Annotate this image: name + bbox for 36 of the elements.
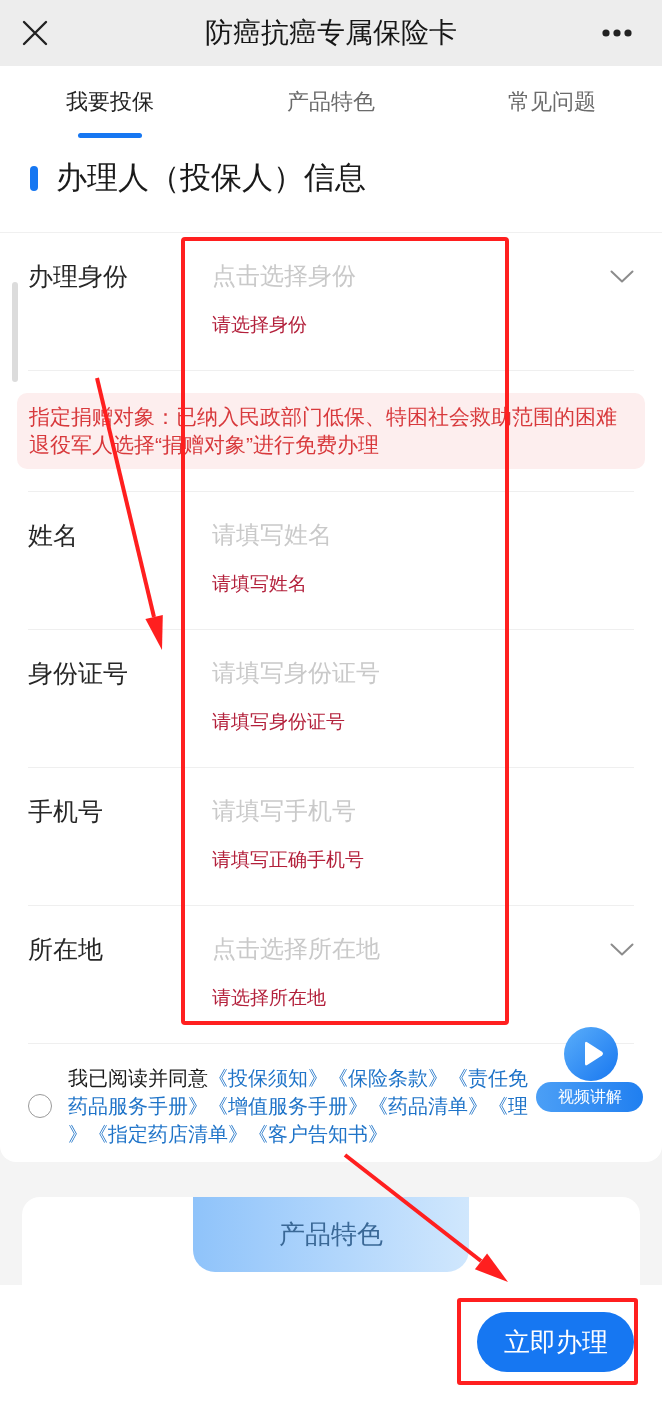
error-message: 请填写正确手机号: [212, 848, 364, 872]
tab[interactable]: 常见问题: [441, 66, 662, 140]
close-icon[interactable]: [22, 20, 48, 46]
agreement-link[interactable]: 《指定药店清单》: [88, 1123, 248, 1145]
submit-button[interactable]: 立即办理: [477, 1312, 634, 1372]
agreement-link[interactable]: 《投保须知》: [208, 1067, 328, 1089]
more-icon[interactable]: [602, 29, 632, 37]
agree-radio[interactable]: [28, 1094, 52, 1118]
agreement-link[interactable]: 《增值服务手册》: [208, 1095, 368, 1117]
error-message: 请填写身份证号: [212, 710, 345, 734]
agreement-text: 我已阅读并同意《投保须知》《保险条款》《责任免 药品服务手册》《增值服务手册》《药品清单》《理 》《指定药店清单》《客户告知书》: [68, 1066, 528, 1147]
tab[interactable]: 产品特色: [220, 66, 442, 140]
agreement-link[interactable]: 《药品清单》: [368, 1095, 488, 1117]
field-label: 手机号: [28, 797, 103, 825]
field-label: 办理身份: [28, 262, 128, 290]
error-message: 请选择所在地: [212, 986, 326, 1010]
agreement-link[interactable]: 《理: [488, 1095, 528, 1117]
page-title: 防癌抗癌专属保险卡: [205, 16, 457, 50]
accent-bar-icon: [30, 166, 38, 191]
field-label: 姓名: [28, 521, 78, 549]
chevron-down-icon: [610, 269, 634, 283]
chevron-down-icon: [610, 942, 634, 956]
error-message: 请选择身份: [212, 313, 307, 337]
agreement-link[interactable]: 《保险条款》: [328, 1067, 448, 1089]
video-guide-button[interactable]: 视频讲解: [536, 1082, 643, 1112]
agreement-link[interactable]: 》: [68, 1123, 88, 1145]
tab[interactable]: 我要投保: [0, 66, 221, 140]
agreement-link[interactable]: 《责任免: [448, 1067, 528, 1089]
play-icon[interactable]: [564, 1027, 618, 1081]
section-title: 办理人（投保人）信息: [56, 159, 366, 197]
error-message: 请填写姓名: [212, 572, 307, 596]
field-label: 身份证号: [28, 659, 128, 687]
field-label: 所在地: [28, 935, 103, 963]
features-header: 产品特色: [193, 1197, 469, 1272]
agreement-link[interactable]: 《客户告知书》: [248, 1123, 388, 1145]
agreement-link[interactable]: 药品服务手册》: [68, 1095, 208, 1117]
